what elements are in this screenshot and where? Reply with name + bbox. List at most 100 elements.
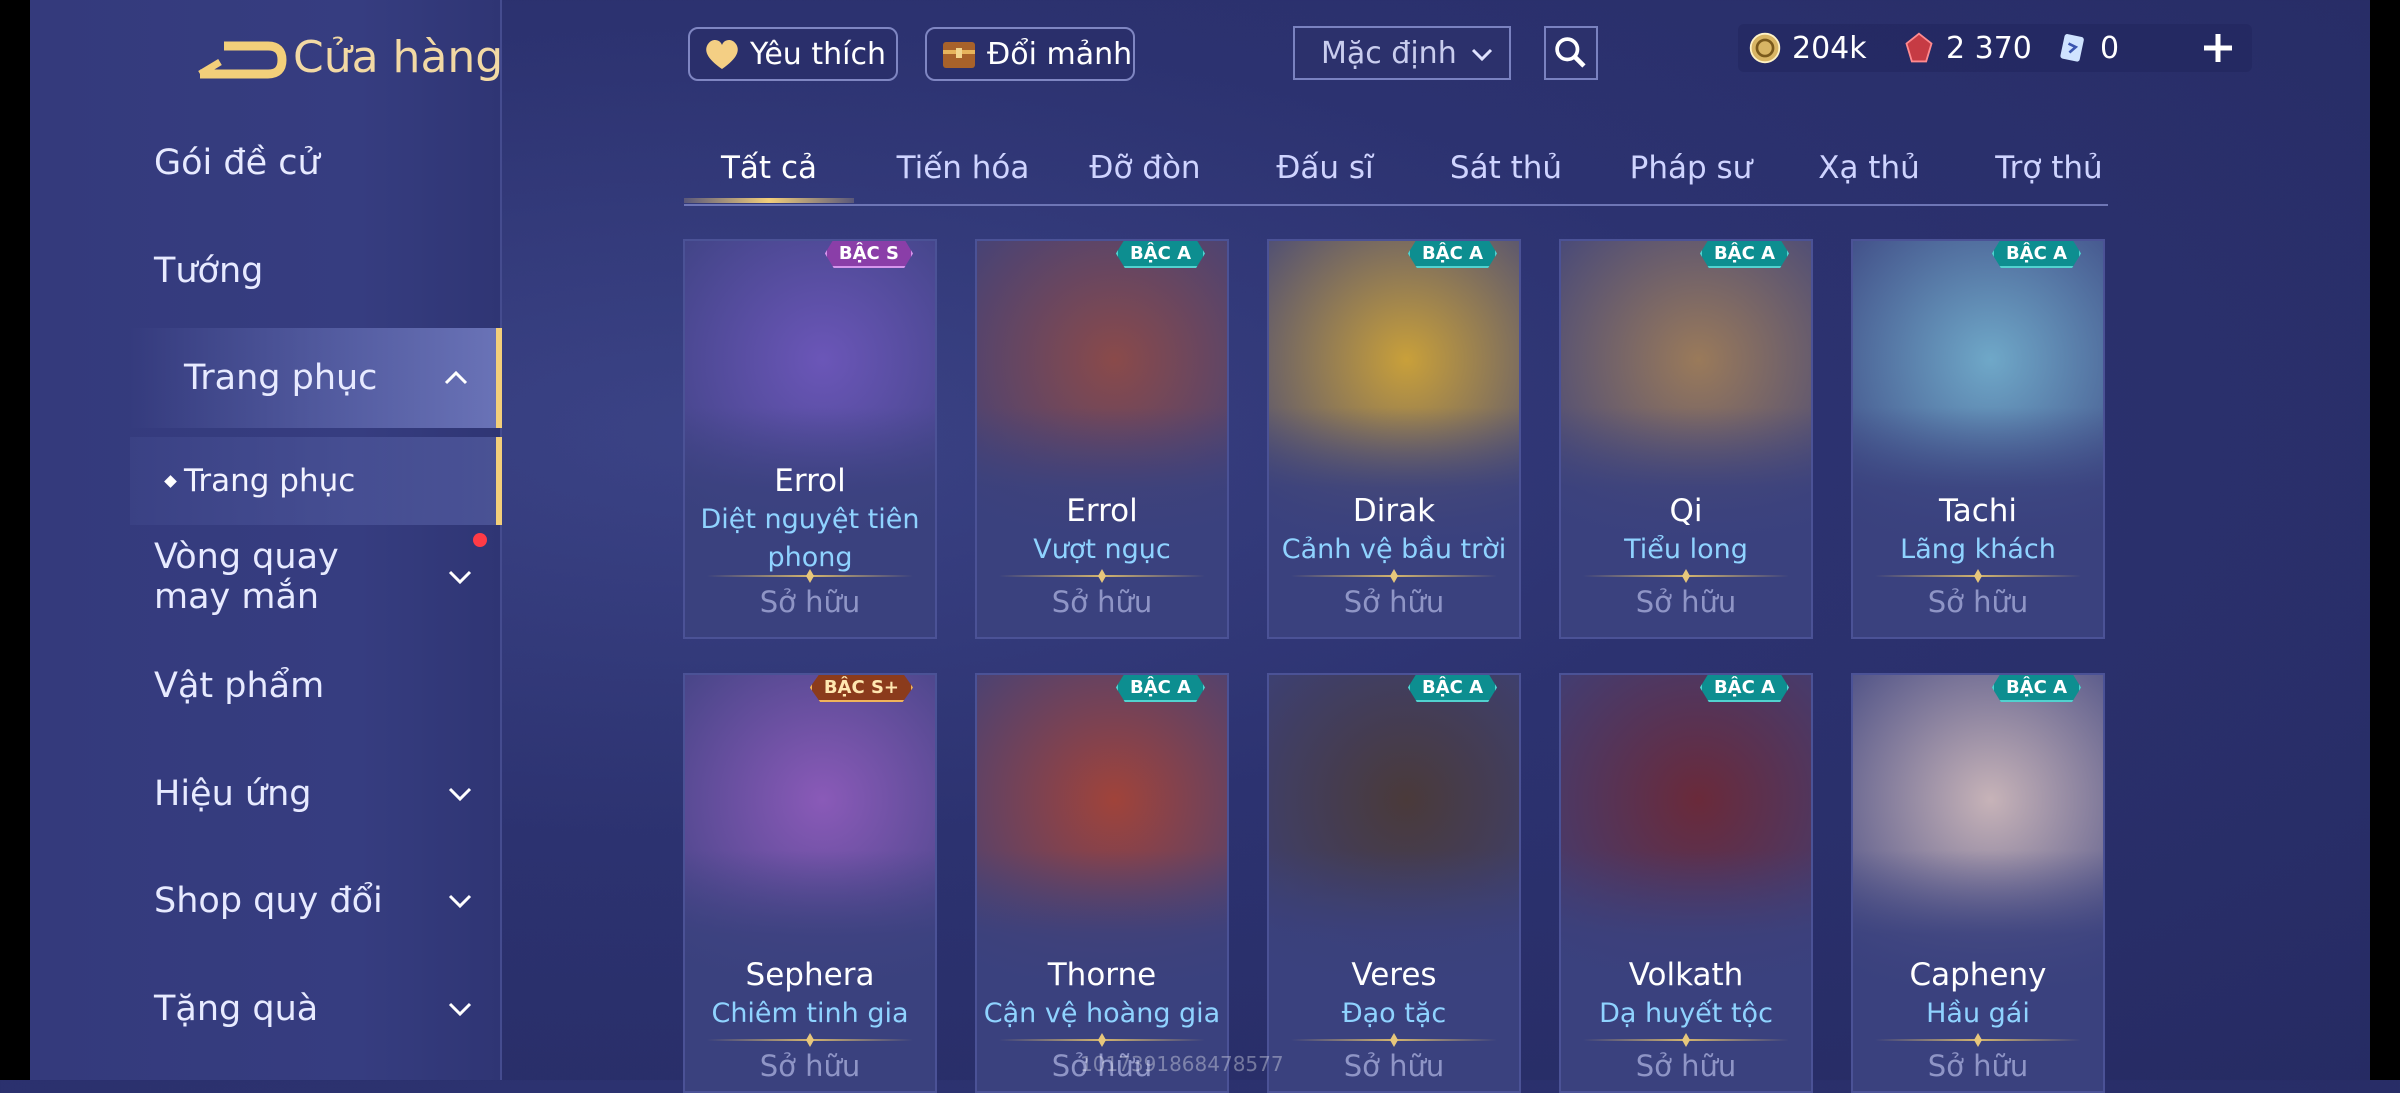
owned-status: Sở hữu [1635,585,1737,619]
treasure-chest-icon [937,32,981,76]
skin-card[interactable]: BẬC S+ Sephera Chiêm tinh gia Sở hữu [683,673,937,1093]
sidebar-item-gifts[interactable]: Tặng quà [0,959,472,1059]
tier-badge: BẬC S [824,241,913,268]
bullet-icon [164,475,177,488]
sidebar-item-heroes[interactable]: Tướng [0,221,470,321]
skin-name: Chiêm tinh gia [711,998,909,1029]
gold-currency: 204k [1746,26,1867,70]
hero-name: Dirak [1352,493,1436,529]
add-currency-button[interactable] [2196,26,2240,70]
ticket-currency: 0 [2054,26,2119,70]
sidebar-subitem-label: Trang phục [184,463,356,499]
skin-card[interactable]: BẬC A Tachi Lãng khách Sở hữu [1851,239,2105,639]
tier-badge: BẬC A [1407,675,1497,702]
hero-name: Veres [1351,957,1437,993]
skin-name: Vượt ngục [1033,534,1171,565]
sort-value: Mặc định [1321,35,1457,71]
plus-icon [2204,34,2232,62]
page-title: Cửa hàng [293,32,504,83]
card-divider [1291,1039,1497,1041]
owned-status: Sở hữu [1051,585,1153,619]
skin-card[interactable]: BẬC A Volkath Dạ huyết tộc Sở hữu [1559,673,1813,1093]
sidebar-item-recommended[interactable]: Gói đề cử [0,113,470,213]
sort-dropdown[interactable]: Mặc định [1293,26,1511,80]
ticket-amount: 0 [2100,30,2120,66]
skin-card[interactable]: BẬC A Errol Vượt ngục Sở hữu [975,239,1229,639]
hero-name: Sephera [745,957,875,993]
sidebar-item-label: Shop quy đổi [154,881,383,921]
sidebar-item-label: Tặng quà [154,989,319,1029]
hero-name: Errol [774,463,846,499]
tab-tank[interactable]: Đỡ đòn [1060,150,1230,186]
owned-status: Sở hữu [1927,585,2029,619]
chevron-down-icon [448,894,472,909]
tab-support[interactable]: Trợ thủ [1964,150,2134,186]
tab-assassin[interactable]: Sát thủ [1421,150,1591,186]
sidebar-item-effects[interactable]: Hiệu ứng [0,744,472,844]
sidebar-item-items[interactable]: Vật phẩm [0,636,470,736]
skin-name: Cảnh vệ bầu trời [1281,534,1507,565]
sidebar-item-label: Hiệu ứng [154,774,312,814]
sidebar-item-skins[interactable]: Trang phục [130,328,502,428]
card-divider [999,1039,1205,1041]
exchange-fragments-button[interactable]: Đổi mảnh [925,27,1135,81]
tab-marksman[interactable]: Xạ thủ [1784,150,1954,186]
sidebar-item-label: Vòng quay may mắn [154,537,339,617]
sidebar-item-exchange-shop[interactable]: Shop quy đổi [0,851,472,951]
owned-status: Sở hữu [1927,1049,2029,1083]
skin-name: Dạ huyết tộc [1599,998,1773,1029]
tier-badge: BẬC A [1115,675,1205,702]
owned-status: Sở hữu [759,1049,861,1083]
hero-name: Tachi [1938,493,2018,529]
favorites-label: Yêu thích [750,36,886,72]
skin-card[interactable]: BẬC A Thorne Cận vệ hoàng gia Sở hữu [975,673,1229,1093]
favorites-button[interactable]: Yêu thích [688,27,898,81]
skin-card[interactable]: BẬC A Veres Đạo tặc Sở hữu [1267,673,1521,1093]
tab-mage[interactable]: Pháp sư [1606,150,1776,186]
owned-status: Sở hữu [1343,585,1445,619]
search-button[interactable] [1544,26,1598,80]
active-tab-indicator [684,198,854,203]
hero-name: Thorne [1047,957,1157,993]
uid-watermark: 1017391868478577 [1080,1052,1284,1076]
skin-card[interactable]: BẬC A Qi Tiểu long Sở hữu [1559,239,1813,639]
hero-name: Errol [1066,493,1138,529]
sidebar-subitem-skins[interactable]: Trang phục [130,437,502,525]
owned-status: Sở hữu [759,585,861,619]
chevron-down-icon [448,787,472,802]
card-divider [999,575,1205,577]
exchange-fragments-label: Đổi mảnh [987,36,1133,72]
tier-badge: BẬC A [1991,675,2081,702]
hero-name: Qi [1669,493,1703,529]
category-tabs: Tất cả Tiến hóa Đỡ đòn Đấu sĩ Sát thủ Ph… [684,140,2108,206]
skin-card[interactable]: BẬC S Errol Diệt nguyệt tiên phong Sở hữ… [683,239,937,639]
back-button[interactable] [190,32,290,92]
card-divider [1583,575,1789,577]
sidebar-item-label: Vật phẩm [154,666,325,706]
hero-name: Volkath [1628,957,1744,993]
skin-card[interactable]: BẬC A Capheny Hầu gái Sở hữu [1851,673,2105,1093]
tier-badge: BẬC A [1699,675,1789,702]
owned-status: Sở hữu [1343,1049,1445,1083]
chevron-down-icon [1471,48,1493,62]
chevron-down-icon [448,1002,472,1017]
tab-all[interactable]: Tất cả [684,150,854,186]
sidebar-item-label: Trang phục [184,358,378,398]
skin-name: Diệt nguyệt tiên phong [700,504,920,573]
skin-card[interactable]: BẬC A Dirak Cảnh vệ bầu trời Sở hữu [1267,239,1521,639]
card-divider [1875,1039,2081,1041]
skin-name: Đạo tặc [1341,998,1447,1029]
tier-badge: BẬC A [1699,241,1789,268]
gold-coin-icon [1746,29,1784,67]
heart-icon [700,32,744,76]
owned-status: Sở hữu [1635,1049,1737,1083]
tier-badge: BẬC A [1115,241,1205,268]
tab-fighter[interactable]: Đấu sĩ [1240,150,1410,186]
tab-evolution[interactable]: Tiến hóa [878,150,1048,186]
chevron-up-icon [444,370,468,385]
notification-dot [473,533,487,547]
sidebar-item-label: Gói đề cử [154,143,320,183]
card-divider [707,575,913,577]
sidebar-item-lucky-spin[interactable]: Vòng quay may mắn [0,527,472,627]
tier-badge: BẬC A [1407,241,1497,268]
